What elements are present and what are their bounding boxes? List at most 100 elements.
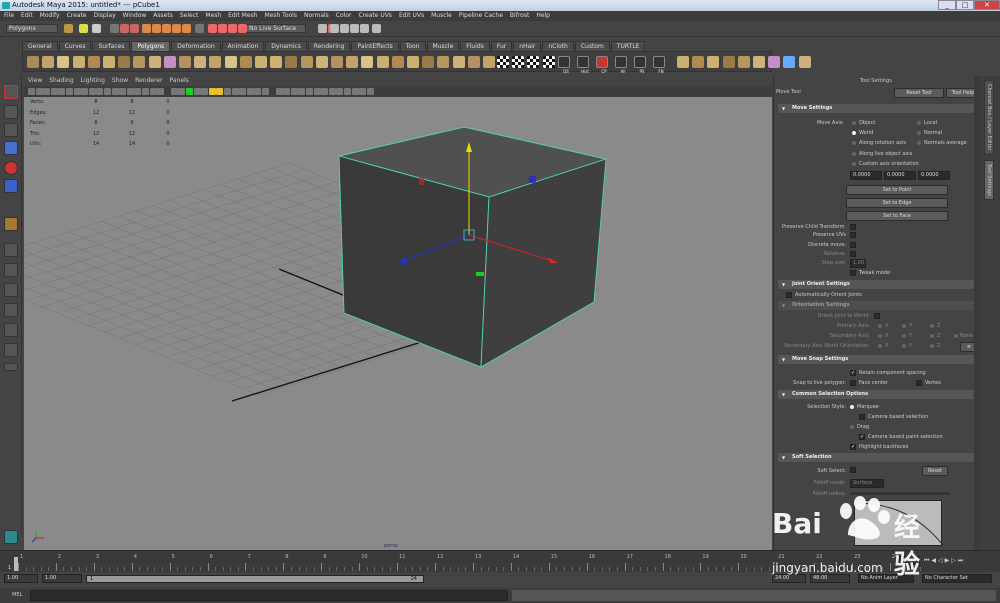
shelf-tool-icon[interactable]	[103, 56, 115, 68]
axis-radio[interactable]	[930, 334, 934, 338]
maya-logo-icon[interactable]	[4, 530, 18, 544]
viewport-toolbar-icon[interactable]	[298, 88, 306, 95]
discrete-move-checkbox[interactable]	[850, 242, 856, 248]
render-tool-icon[interactable]	[360, 24, 369, 33]
axis-world-radio[interactable]	[852, 131, 856, 135]
viewport-toolbar-icon[interactable]	[193, 88, 201, 95]
axis-normal-radio[interactable]	[917, 131, 921, 135]
playback-start-field[interactable]: 1.00	[42, 574, 82, 583]
shelf-tab-toon[interactable]: Toon	[399, 41, 426, 51]
tweak-mode-checkbox[interactable]	[850, 270, 856, 276]
auto-orient-checkbox[interactable]	[786, 292, 792, 298]
viewport-menu-view[interactable]: View	[28, 76, 42, 85]
status-tool-icon[interactable]	[228, 24, 237, 33]
axis-radio[interactable]	[930, 344, 934, 348]
viewport-toolbar-icon[interactable]	[262, 88, 269, 95]
viewport-menu-renderer[interactable]: Renderer	[135, 76, 162, 85]
menu-file[interactable]: File	[4, 11, 14, 21]
relative-checkbox[interactable]	[850, 251, 856, 257]
move-settings-header[interactable]: Move Settings	[778, 104, 978, 113]
shelf-checker-icon[interactable]	[527, 56, 540, 68]
shelf-tab-ncloth[interactable]: nCloth	[542, 41, 574, 51]
shelf-tool-icon[interactable]	[361, 56, 374, 68]
viewport-toolbar-icon[interactable]	[134, 88, 142, 95]
menu-create[interactable]: Create	[67, 11, 87, 21]
axis-radio[interactable]	[902, 334, 906, 338]
move-tool-icon[interactable]	[4, 141, 18, 155]
status-tool-icon[interactable]	[92, 24, 101, 33]
shelf-fn-icon[interactable]: FN	[653, 56, 665, 74]
menu-edit[interactable]: Edit	[21, 11, 33, 21]
viewport-toolbar-icon[interactable]	[58, 88, 66, 95]
shelf-tool-icon[interactable]	[376, 56, 389, 68]
shelf-tool-icon[interactable]	[87, 56, 100, 68]
menu-display[interactable]: Display	[94, 11, 116, 21]
status-tool-icon[interactable]	[110, 24, 119, 33]
menu-edit-mesh[interactable]: Edit Mesh	[228, 11, 257, 21]
orientation-settings-header[interactable]: Orientation Settings	[778, 301, 978, 310]
play-forward-icon[interactable]: ▶	[945, 557, 950, 565]
shelf-tool-icon[interactable]	[27, 56, 39, 68]
shelf-tool-icon[interactable]	[407, 56, 419, 68]
viewport-toolbar-icon[interactable]	[43, 88, 51, 95]
viewport-toolbar-icon[interactable]	[254, 88, 262, 95]
start-time-field[interactable]: 1.00	[4, 574, 38, 583]
layout-hypershade-icon[interactable]	[4, 343, 18, 357]
status-tool-icon[interactable]	[195, 24, 204, 33]
axis-radio[interactable]	[930, 324, 934, 328]
viewport-toolbar-icon[interactable]	[208, 88, 216, 95]
viewport-toolbar-icon[interactable]	[366, 88, 374, 95]
camera-selection-checkbox[interactable]	[859, 414, 865, 420]
preserve-uvs-checkbox[interactable]	[850, 232, 856, 238]
playback-end-field[interactable]: 24.00	[772, 574, 806, 583]
axis-none-radio[interactable]	[954, 334, 958, 338]
viewport-menu-shading[interactable]: Shading	[49, 76, 73, 85]
shelf-tab-fur[interactable]: Fur	[490, 41, 513, 51]
shelf-tool-icon[interactable]	[722, 56, 735, 68]
viewport-toolbar-icon[interactable]	[186, 88, 193, 95]
viewport-toolbar-icon[interactable]	[96, 88, 104, 95]
current-time-marker[interactable]	[14, 557, 18, 571]
scale-tool-icon[interactable]	[4, 179, 18, 193]
shelf-checker-icon[interactable]	[497, 56, 509, 68]
face-center-checkbox[interactable]	[850, 380, 856, 386]
viewport-toolbar-icon[interactable]	[104, 88, 111, 95]
layout-two-icon[interactable]	[4, 283, 18, 297]
status-tool-icon[interactable]	[79, 24, 88, 33]
soft-reset-button[interactable]: Reset	[922, 466, 948, 476]
shelf-tool-icon[interactable]	[768, 56, 781, 68]
shelf-tab-deformation[interactable]: Deformation	[171, 41, 221, 51]
step-back-icon[interactable]: ◀	[931, 557, 936, 565]
shelf-checker-icon[interactable]	[512, 56, 525, 68]
render-tool-icon[interactable]	[340, 24, 349, 33]
shelf-tool-icon[interactable]	[194, 56, 207, 68]
viewport-toolbar-icon[interactable]	[321, 88, 329, 95]
status-tool-icon[interactable]	[172, 24, 181, 33]
custom-axis-z-field[interactable]: 0.0000	[918, 171, 950, 180]
command-lang-label[interactable]: MEL	[12, 592, 22, 598]
lasso-tool-icon[interactable]	[4, 105, 18, 119]
menu-mesh[interactable]: Mesh	[205, 11, 221, 21]
shelf-tool-icon[interactable]	[270, 56, 283, 68]
end-time-field[interactable]: 48.00	[810, 574, 850, 583]
orient-world-checkbox[interactable]	[874, 313, 880, 319]
status-tool-icon[interactable]	[182, 24, 191, 33]
viewport-toolbar-icon[interactable]	[111, 88, 119, 95]
status-tool-icon[interactable]	[130, 24, 139, 33]
menu-help[interactable]: Help	[536, 11, 550, 21]
viewport-toolbar-icon[interactable]	[35, 88, 43, 95]
axis-custom-radio[interactable]	[852, 162, 856, 166]
minimize-button[interactable]: _	[938, 0, 956, 10]
shelf-tab-fluids[interactable]: Fluids	[460, 41, 490, 51]
shelf-hist-icon[interactable]: Hist	[577, 56, 589, 74]
menu-set-dropdown[interactable]: Polygons	[6, 24, 58, 33]
shelf-tool-icon[interactable]	[437, 56, 450, 68]
shelf-all-icon[interactable]: All	[615, 56, 627, 74]
shelf-tool-icon[interactable]	[391, 56, 404, 68]
shelf-tab-turtle[interactable]: TURTLE	[610, 41, 646, 51]
play-back-icon[interactable]: ◁	[938, 557, 943, 565]
axis-rotation-radio[interactable]	[852, 141, 856, 145]
viewport-toolbar-icon[interactable]	[119, 88, 127, 95]
shelf-tool-icon[interactable]	[72, 56, 85, 68]
manip-xz-plane-handle[interactable]	[476, 272, 484, 276]
